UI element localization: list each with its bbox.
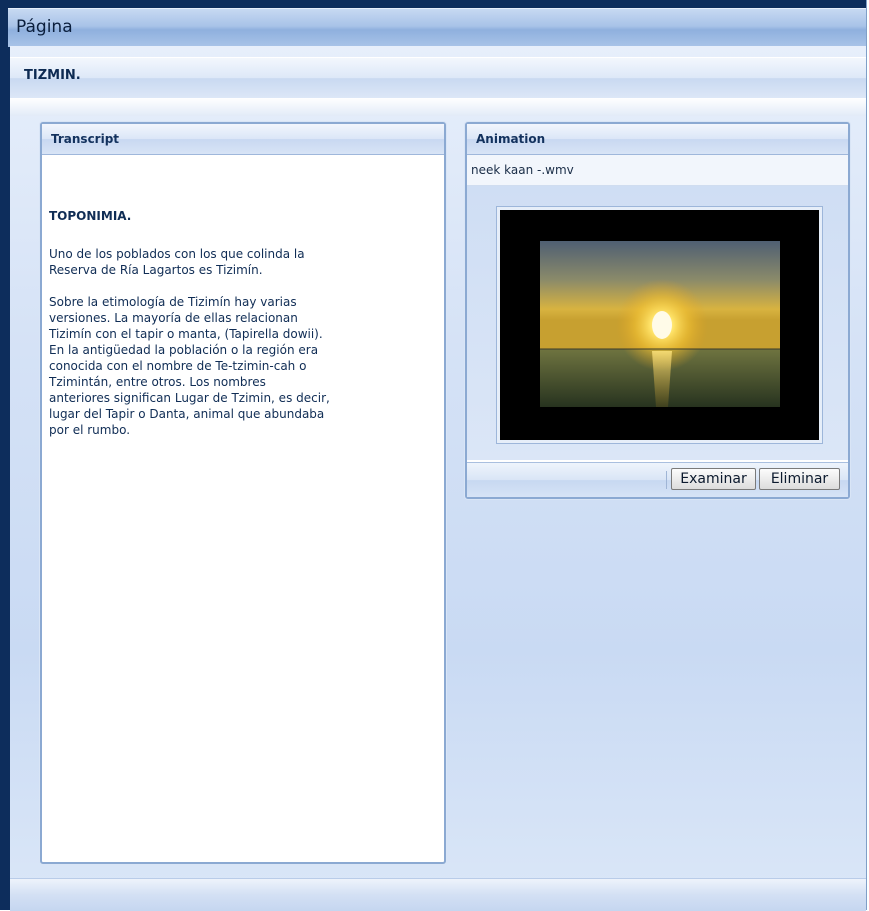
title-bar: Página	[8, 8, 866, 47]
transcript-paragraph-2: Sobre la etimología de Tizimín hay varia…	[49, 295, 330, 437]
video-preview[interactable]	[497, 207, 822, 443]
filename-row: neek kaan -.wmv	[467, 155, 848, 186]
page-title: TIZMIN.	[24, 68, 81, 83]
browse-button[interactable]: Examinar	[671, 468, 756, 490]
transcript-text: TOPONIMIA. Uno de los poblados con los q…	[49, 208, 439, 454]
preview-area	[467, 186, 848, 460]
footer-separator	[666, 471, 667, 489]
transcript-title: Transcript	[51, 132, 120, 146]
window: Página TIZMIN. Transcript TOPONIMIA. Uno…	[0, 0, 867, 911]
sunset-thumbnail-icon	[540, 241, 780, 407]
header-band	[10, 98, 866, 116]
transcript-panel: Transcript TOPONIMIA. Uno de los poblado…	[40, 122, 446, 864]
page-header: TIZMIN.	[10, 57, 866, 99]
transcript-header: Transcript	[42, 124, 444, 155]
page-content: TIZMIN. Transcript TOPONIMIA. Uno de los…	[10, 46, 866, 911]
transcript-heading: TOPONIMIA.	[49, 209, 132, 223]
animation-title: Animation	[476, 132, 546, 146]
animation-filename: neek kaan -.wmv	[471, 163, 574, 177]
transcript-paragraph-1: Uno de los poblados con los que colinda …	[49, 247, 305, 277]
animation-panel: Animation neek kaan -.wmv Examinar Elimi…	[465, 122, 850, 499]
animation-header: Animation	[467, 124, 848, 155]
animation-footer: Examinar Eliminar	[467, 462, 848, 497]
remove-button[interactable]: Eliminar	[759, 468, 840, 490]
bottom-bar	[10, 878, 866, 911]
window-title: Página	[16, 17, 73, 37]
